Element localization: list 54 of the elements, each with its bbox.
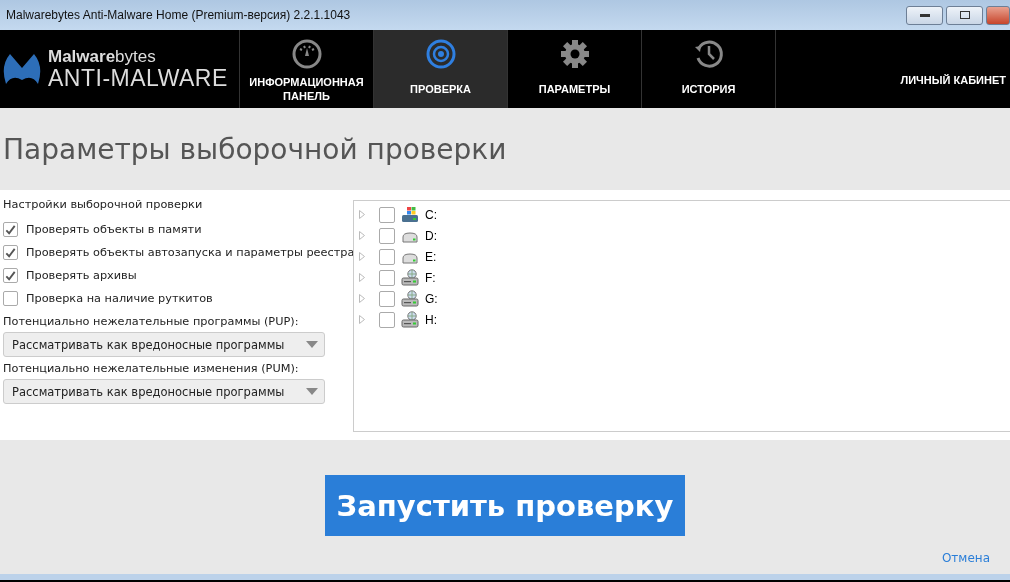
- checkbox[interactable]: [3, 222, 18, 237]
- expand-icon[interactable]: [359, 315, 365, 324]
- drive-label: G:: [425, 291, 438, 306]
- checkbox[interactable]: [379, 311, 395, 328]
- checkbox[interactable]: [3, 291, 18, 306]
- option-label: Проверка на наличие руткитов: [26, 292, 213, 305]
- section-heading: Настройки выборочной проверки: [3, 198, 204, 211]
- dropdown[interactable]: Рассматривать как вредоносные программы: [3, 379, 325, 404]
- system-drive-icon: [401, 206, 419, 223]
- target-icon: [424, 38, 457, 70]
- dropdown-arrow-icon: [306, 341, 318, 348]
- start-scan-button[interactable]: Запустить проверку: [325, 475, 685, 536]
- checkbox[interactable]: [379, 248, 395, 265]
- network-drive-icon: [401, 269, 419, 286]
- drive-label: D:: [425, 228, 437, 243]
- checkbox[interactable]: [379, 290, 395, 307]
- brand-name: Malwarebytes: [48, 47, 157, 66]
- close-button[interactable]: [986, 5, 1010, 25]
- option-label: Проверять объекты автозапуска и параметры реестра: [26, 246, 355, 259]
- window-title: Malwarebytes Anti-Malware Home (Premium-версия) 2.2.1.1043: [6, 8, 352, 22]
- minimize-button[interactable]: [906, 5, 943, 25]
- dropdown[interactable]: Рассматривать как вредоносные программы: [3, 332, 325, 357]
- nav-tab[interactable]: ПАРАМЕТРЫ: [508, 30, 642, 108]
- maximize-button[interactable]: [946, 5, 983, 25]
- page-title: Параметры выборочной проверки: [2, 131, 508, 168]
- gauge-icon: [290, 38, 323, 70]
- expand-icon[interactable]: [359, 210, 365, 219]
- gear-icon: [558, 38, 591, 70]
- checkbox[interactable]: [3, 268, 18, 283]
- nav-tab[interactable]: ИСТОРИЯ: [642, 30, 776, 108]
- maximize-icon: [959, 11, 970, 19]
- drive-label: F:: [425, 270, 436, 285]
- minimize-icon: [919, 13, 930, 17]
- drive-label: H:: [425, 312, 437, 327]
- expand-icon[interactable]: [359, 273, 365, 282]
- account-link[interactable]: ЛИЧНЫЙ КАБИНЕТ: [900, 74, 1006, 86]
- network-drive-icon: [401, 311, 419, 328]
- checkbox[interactable]: [3, 245, 18, 260]
- checkbox[interactable]: [379, 206, 395, 223]
- nav-tab[interactable]: ПРОВЕРКА: [374, 30, 508, 108]
- drive-label: E:: [425, 249, 437, 264]
- network-drive-icon: [401, 290, 419, 307]
- option-label: Проверять объекты в памяти: [26, 223, 202, 236]
- option-label: Проверять архивы: [26, 269, 137, 282]
- drive-label: C:: [425, 207, 437, 222]
- expand-icon[interactable]: [359, 231, 365, 240]
- expand-icon[interactable]: [359, 252, 365, 261]
- dropdown-label: Потенциально нежелательные изменения (PUM):: [3, 362, 300, 375]
- expand-icon[interactable]: [359, 294, 365, 303]
- checkbox[interactable]: [379, 227, 395, 244]
- product-name: ANTI-MALWARE: [48, 65, 228, 91]
- dropdown-label: Потенциально нежелательные программы (PUP):: [3, 315, 300, 328]
- checkbox[interactable]: [379, 269, 395, 286]
- dropdown-arrow-icon: [306, 388, 318, 395]
